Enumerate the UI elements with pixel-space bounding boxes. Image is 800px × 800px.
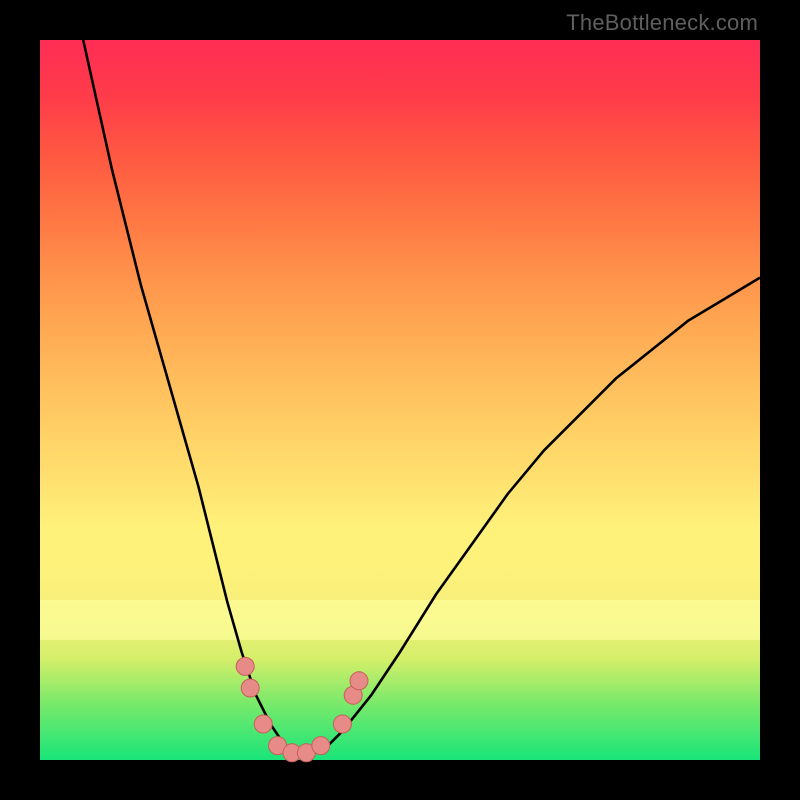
- bottleneck-curve: [83, 40, 760, 753]
- data-marker: [241, 679, 259, 697]
- chart-frame: TheBottleneck.com: [0, 0, 800, 800]
- data-marker: [236, 657, 254, 675]
- chart-svg: [40, 40, 760, 760]
- data-marker: [254, 715, 272, 733]
- data-marker: [333, 715, 351, 733]
- data-marker: [350, 672, 368, 690]
- data-marker: [312, 737, 330, 755]
- watermark-credit: TheBottleneck.com: [566, 10, 758, 36]
- marker-group: [236, 657, 368, 761]
